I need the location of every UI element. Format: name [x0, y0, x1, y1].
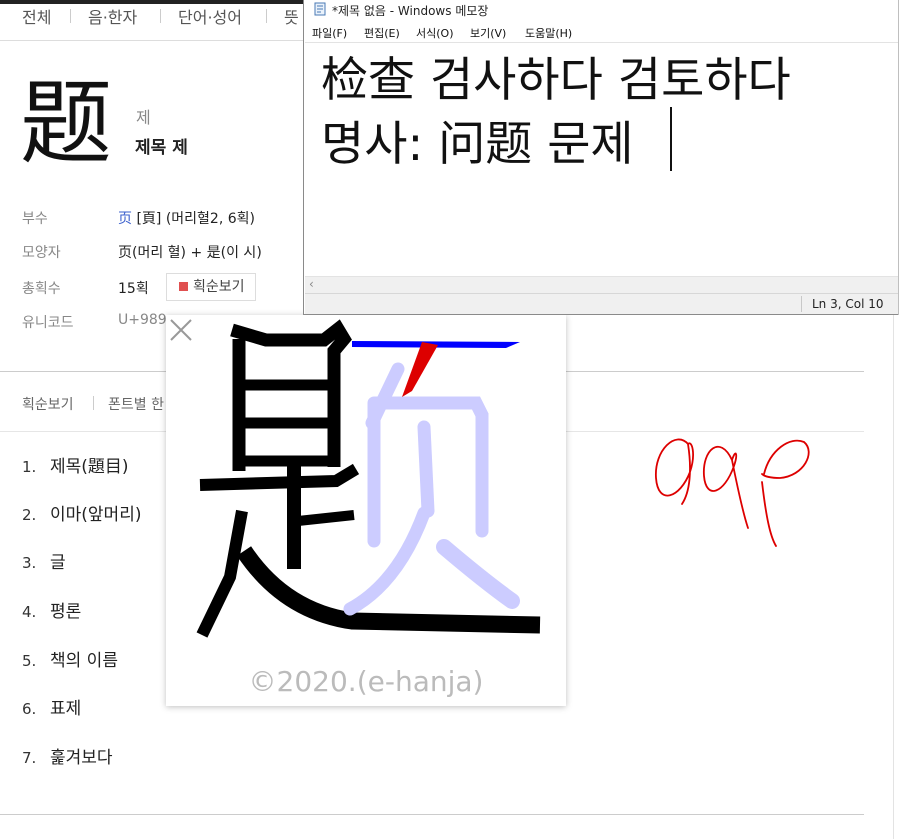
menu-edit[interactable]: 편집(E) — [364, 25, 400, 41]
radical-value: 页 [頁] (머리혈2, 6획) — [118, 208, 255, 228]
text-caret — [670, 107, 672, 171]
handwriting-scribble — [655, 438, 810, 547]
sub-tab-separator — [93, 396, 94, 410]
radical-label: 부수 — [22, 211, 48, 227]
pending-strokes — [343, 362, 520, 616]
meaning-item: 6. 표제 — [22, 699, 82, 719]
notepad-line: 检查 검사하다 검토하다 — [321, 53, 791, 108]
meaning-item: 4. 평론 — [22, 602, 82, 622]
cursor-position: Ln 3, Col 10 — [812, 297, 884, 311]
current-stroke — [402, 342, 438, 397]
stroke-count-label: 총획수 — [22, 281, 61, 297]
tab-all[interactable]: 전체 — [22, 4, 51, 28]
stroke-order-popup: ©2020.(e-hanja) — [166, 315, 566, 706]
hanja-meaning-sound: 제목 제 — [135, 138, 188, 158]
stroke-order-button[interactable]: 획순보기 — [166, 273, 256, 301]
notepad-icon — [314, 2, 326, 16]
stroke-order-animation — [196, 319, 541, 638]
close-icon[interactable] — [166, 315, 196, 345]
menu-view[interactable]: 보기(V) — [470, 25, 506, 41]
page-right-edge — [893, 315, 894, 839]
hanja-character: 题 — [20, 70, 113, 177]
shape-value: 页(머리 혈) + 是(이 시) — [118, 245, 262, 261]
radical-detail: [頁] (머리혈2, 6획) — [136, 211, 255, 227]
meaning-item: 2. 이마(앞머리) — [22, 505, 142, 525]
tab-meaning[interactable]: 뜻 — [284, 4, 299, 28]
meaning-item: 3. 글 — [22, 553, 66, 573]
radical-link[interactable]: 页 — [118, 211, 132, 227]
tab-word-idiom[interactable]: 단어·성어 — [178, 4, 242, 28]
notepad-title: *제목 없음 - Windows 메모장 — [332, 4, 489, 18]
meaning-item: 1. 제목(題目) — [22, 457, 129, 477]
notepad-statusbar: Ln 3, Col 10 — [305, 293, 898, 314]
notepad-menubar: 파일(F) 편집(E) 서식(O) 보기(V) 도움말(H) — [304, 22, 899, 42]
stroke-order-button-label: 획순보기 — [193, 279, 245, 295]
stroke-count-value: 15획 — [118, 281, 149, 297]
tab-separator — [70, 9, 71, 23]
search-tabs: 전체 음·한자 단어·성어 뜻 — [0, 0, 320, 40]
menu-format[interactable]: 서식(O) — [416, 25, 453, 41]
scroll-left-icon[interactable]: ‹ — [309, 277, 314, 291]
notepad-window[interactable]: *제목 없음 - Windows 메모장 파일(F) 편집(E) 서식(O) 보… — [303, 0, 899, 315]
hanja-sound: 제 — [136, 108, 151, 127]
sub-tab-font[interactable]: 폰트별 한 — [108, 394, 164, 414]
meaning-item: 7. 훑겨보다 — [22, 748, 113, 768]
stroke-order-icon — [179, 282, 188, 291]
notepad-titlebar[interactable]: *제목 없음 - Windows 메모장 — [304, 0, 899, 20]
unicode-value: U+989 — [118, 312, 167, 328]
tab-separator — [160, 9, 161, 23]
sub-tab-stroke-order[interactable]: 획순보기 — [22, 394, 74, 414]
tabs-divider — [0, 40, 310, 41]
notepad-line: 명사: 问题 문제 — [321, 117, 634, 172]
bottom-divider — [0, 814, 864, 815]
tab-separator — [266, 9, 267, 23]
tab-sound-hanja[interactable]: 음·한자 — [88, 4, 137, 28]
popup-watermark: ©2020.(e-hanja) — [248, 665, 484, 698]
meaning-item: 5. 책의 이름 — [22, 651, 118, 671]
menu-help[interactable]: 도움말(H) — [525, 25, 572, 41]
shape-label: 모양자 — [22, 245, 61, 261]
menu-file[interactable]: 파일(F) — [312, 25, 347, 41]
status-separator — [801, 296, 802, 312]
notepad-text-area[interactable]: 检查 검사하다 검토하다 명사: 问题 문제 — [305, 42, 898, 276]
unicode-label: 유니코드 — [22, 315, 74, 331]
horizontal-scrollbar[interactable]: ‹ — [305, 276, 898, 293]
